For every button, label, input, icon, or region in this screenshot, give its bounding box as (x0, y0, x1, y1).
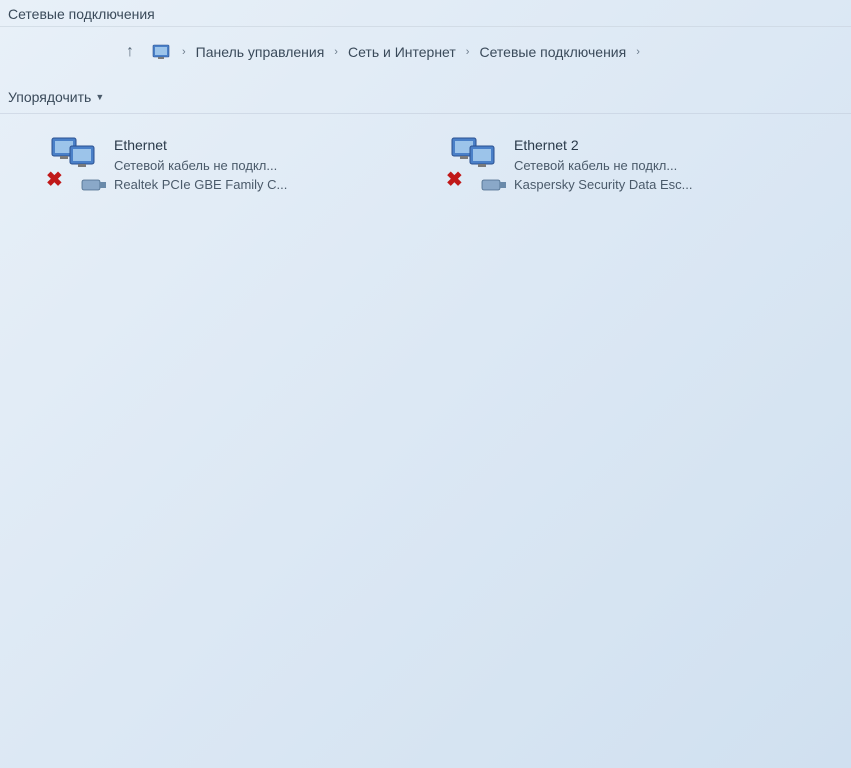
chevron-right-icon: › (334, 46, 338, 58)
connection-name: Ethernet 2 (514, 136, 692, 155)
connection-device: Kaspersky Security Data Esc... (514, 176, 692, 194)
error-x-icon: ✖ (46, 167, 63, 192)
breadcrumb-item-network-internet[interactable]: Сеть и Интернет (348, 44, 456, 60)
connection-item[interactable]: ✖ Ethernet Сетевой кабель не подкл... Re… (44, 132, 424, 198)
breadcrumb-item-network-connections[interactable]: Сетевые подключения (479, 44, 626, 60)
chevron-right-icon: › (636, 46, 640, 58)
nav-up-button[interactable]: ↑ (120, 41, 140, 63)
connection-status: Сетевой кабель не подкл... (114, 157, 287, 175)
connection-text: Ethernet Сетевой кабель не подкл... Real… (114, 136, 287, 194)
ethernet-plug-icon (80, 176, 108, 194)
address-bar: ↑ › Панель управления › Сеть и Интернет … (0, 27, 851, 77)
connection-text: Ethernet 2 Сетевой кабель не подкл... Ka… (514, 136, 692, 194)
connection-status: Сетевой кабель не подкл... (514, 157, 692, 175)
chevron-down-icon: ▼ (95, 92, 104, 102)
breadcrumb: › Панель управления › Сеть и Интернет › … (182, 44, 640, 60)
network-adapter-icon: ✖ (48, 136, 104, 192)
window-title: Сетевые подключения (0, 0, 851, 27)
chevron-right-icon: › (182, 46, 186, 58)
organize-label: Упорядочить (8, 89, 91, 105)
connection-device: Realtek PCIe GBE Family C... (114, 176, 287, 194)
connections-area: ✖ Ethernet Сетевой кабель не подкл... Re… (0, 114, 851, 208)
control-panel-icon (152, 43, 170, 61)
organize-button[interactable]: Упорядочить ▼ (4, 87, 108, 107)
toolbar: Упорядочить ▼ (0, 77, 851, 114)
error-x-icon: ✖ (446, 167, 463, 192)
network-adapter-icon: ✖ (448, 136, 504, 192)
breadcrumb-item-control-panel[interactable]: Панель управления (196, 44, 325, 60)
connection-item[interactable]: ✖ Ethernet 2 Сетевой кабель не подкл... … (444, 132, 824, 198)
chevron-right-icon: › (466, 46, 470, 58)
ethernet-plug-icon (480, 176, 508, 194)
window-title-text: Сетевые подключения (8, 6, 155, 22)
connection-name: Ethernet (114, 136, 287, 155)
